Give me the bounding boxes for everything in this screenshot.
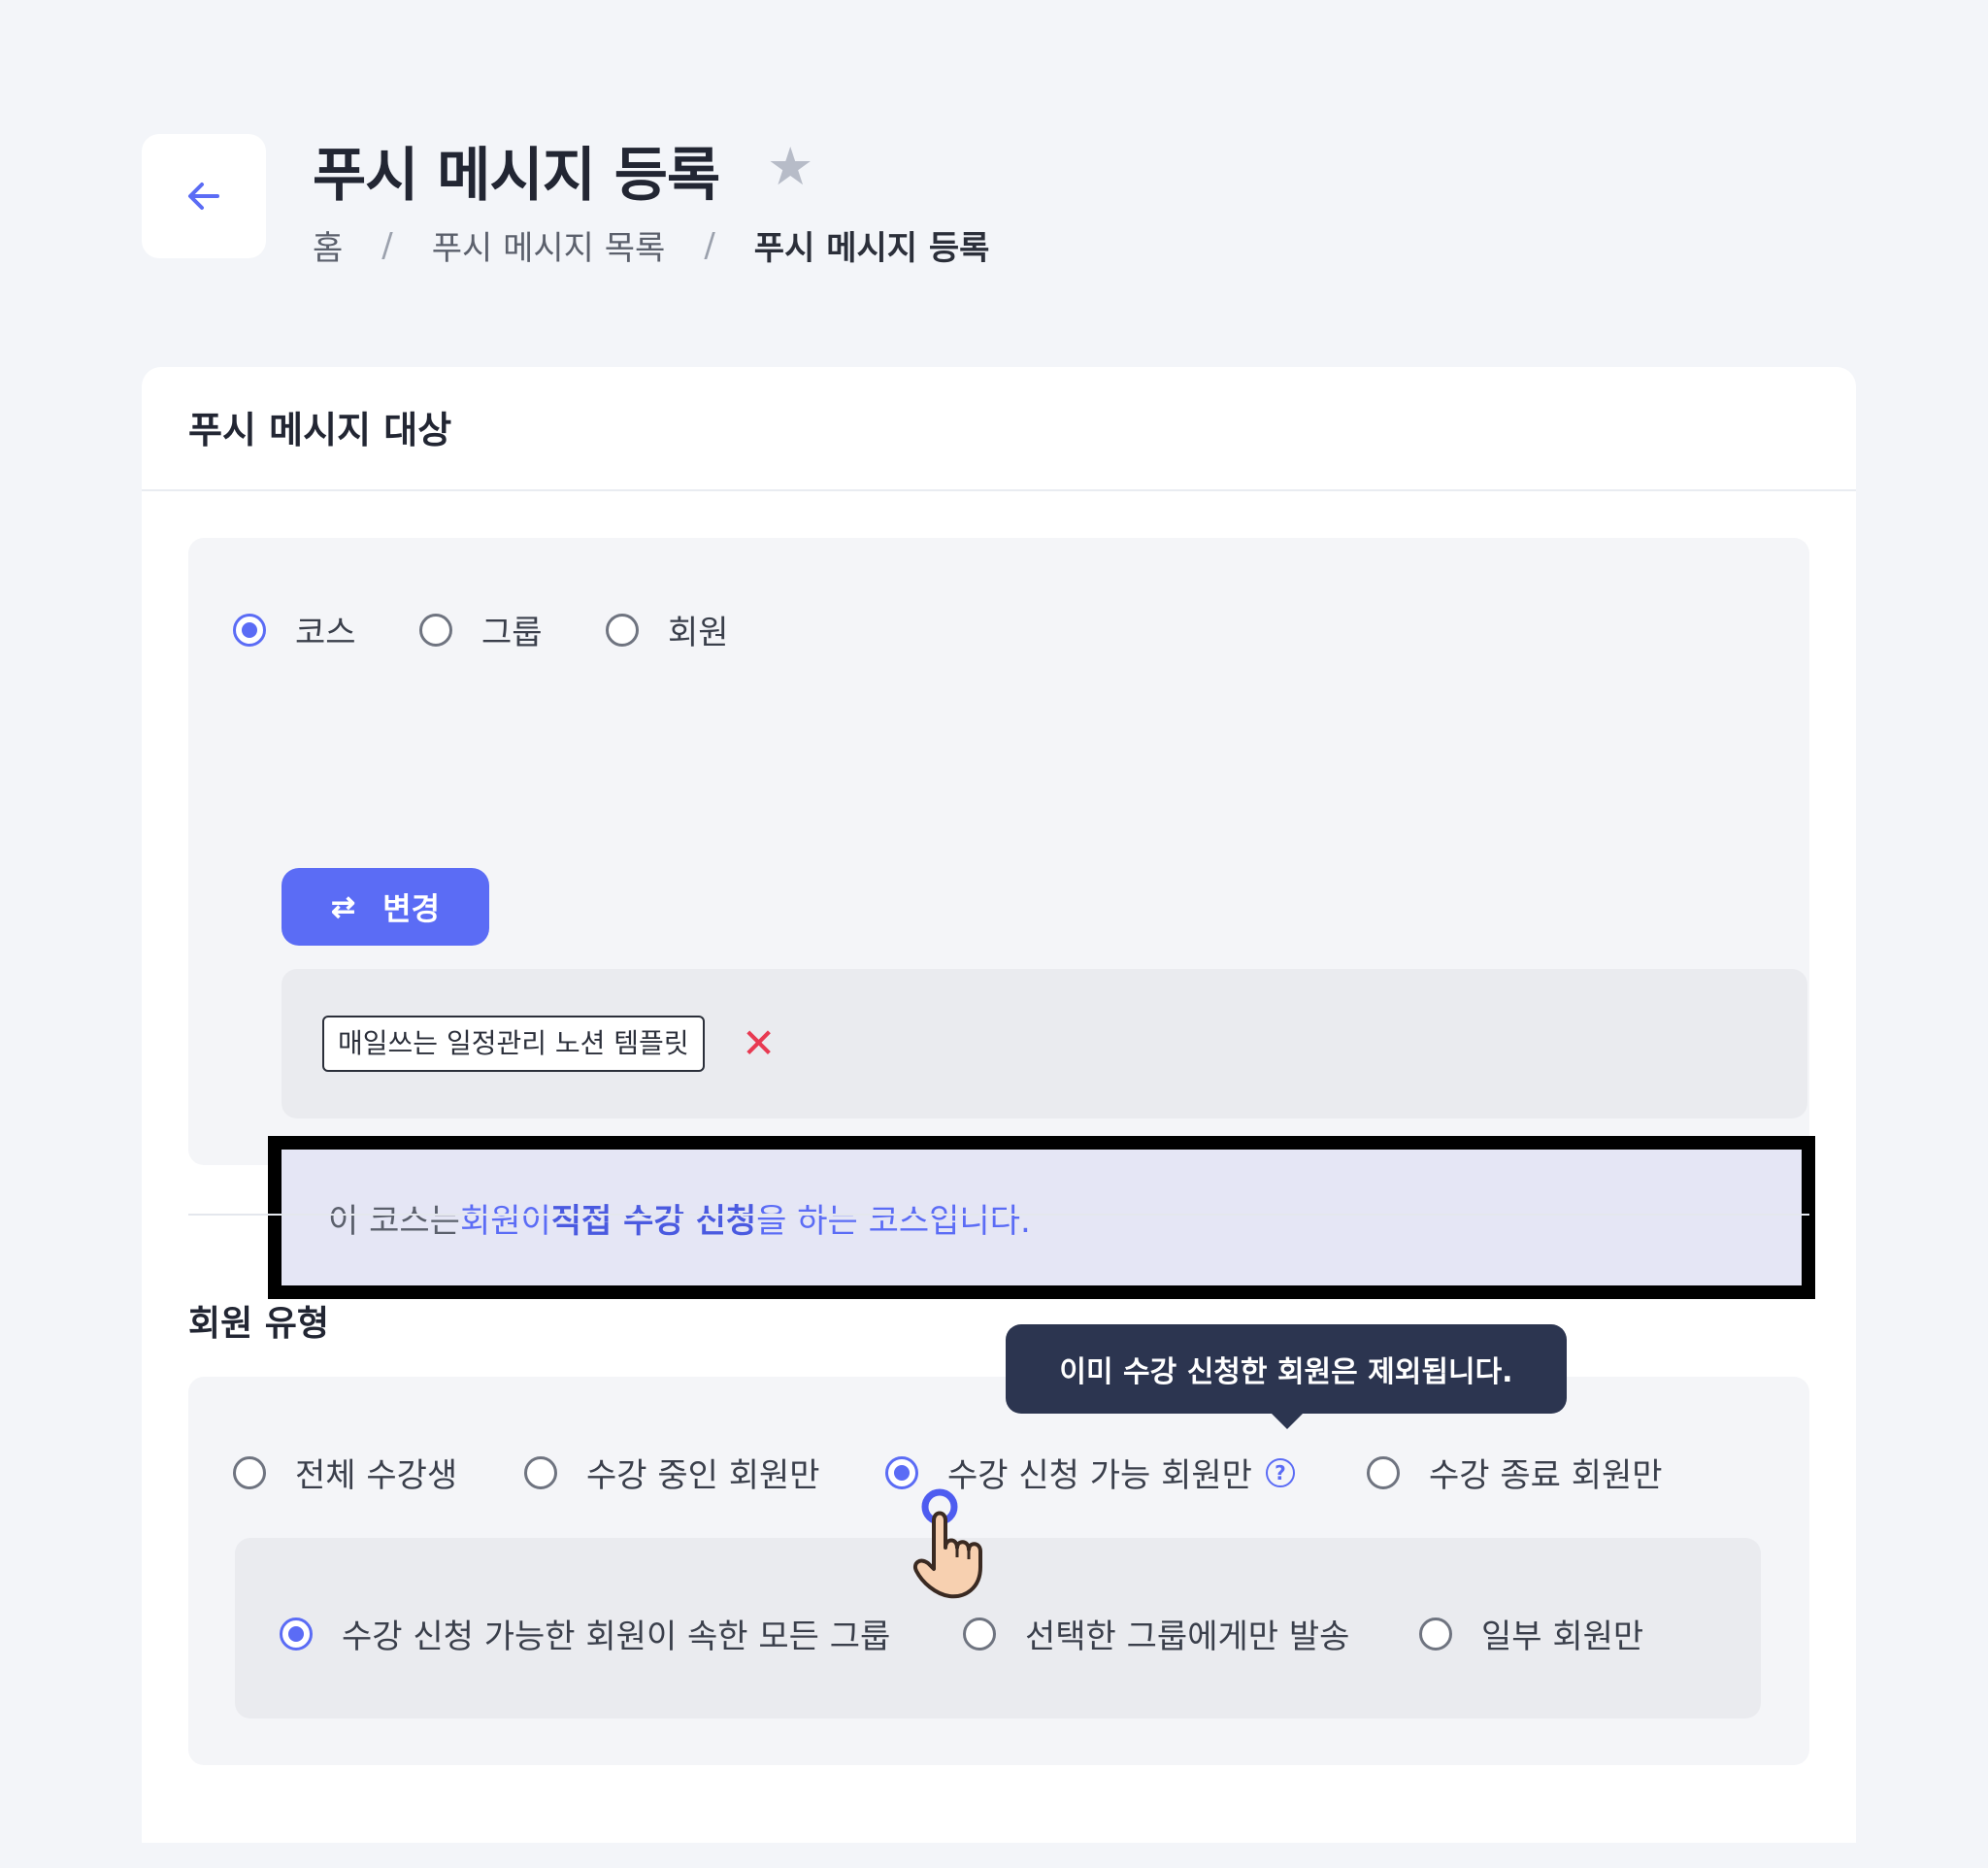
info-text-part: 이 코스는 — [328, 1201, 460, 1241]
info-text-part: 을 하는 코스입니다. — [756, 1201, 1031, 1241]
selected-course-chip: 매일쓰는 일정관리 노션 템플릿 — [322, 1016, 705, 1072]
selected-course-area: 매일쓰는 일정관리 노션 템플릿 ✕ — [282, 969, 1807, 1118]
radio-target-group[interactable]: 그룹 — [419, 606, 543, 653]
help-tooltip: 이미 수강 신청한 회원은 제외됩니다. — [1006, 1324, 1567, 1429]
card-title: 푸시 메시지 대상 — [142, 367, 1856, 491]
breadcrumb-home[interactable]: 홈 — [313, 221, 343, 269]
question-circle-icon[interactable]: ? — [1265, 1457, 1295, 1487]
radio-finished-only[interactable]: 수강 종료 회원만 — [1367, 1449, 1663, 1496]
radio-dot — [885, 1455, 918, 1489]
radio-label: 수강 신청 가능한 회원이 속한 모든 그룹 — [342, 1618, 891, 1656]
target-panel: 코스 그룹 회원 ⇄ 변경 매일쓰는 일정관리 노션 템플릿 ✕ 이 코스는 회… — [188, 538, 1815, 1299]
radio-dot — [1367, 1455, 1400, 1489]
member-type-label: 회원 유형 — [188, 1304, 330, 1344]
radio-some-members[interactable]: 일부 회원만 — [1419, 1610, 1643, 1657]
breadcrumb-push-list[interactable]: 푸시 메시지 목록 — [432, 221, 666, 269]
breadcrumb: 홈 / 푸시 메시지 목록 / 푸시 메시지 등록 — [313, 221, 989, 269]
push-target-card: 푸시 메시지 대상 코스 그룹 회원 ⇄ 변경 매일쓰는 일정관리 노션 템플릿… — [142, 367, 1856, 1843]
hand-pointer-icon — [913, 1488, 982, 1599]
radio-enrolled-only[interactable]: 수강 중인 회원만 — [524, 1449, 820, 1496]
breadcrumb-separator: / — [704, 225, 715, 265]
radio-selected-groups[interactable]: 선택한 그룹에게만 발송 — [963, 1610, 1349, 1657]
radio-label: 그룹 — [481, 614, 543, 652]
info-text-part: 회원이 — [459, 1201, 551, 1241]
radio-all-students[interactable]: 전체 수강생 — [233, 1449, 457, 1496]
radio-dot — [606, 613, 639, 647]
info-text-highlight: 직접 수강 신청 — [550, 1201, 757, 1241]
breadcrumb-current: 푸시 메시지 등록 — [753, 229, 990, 268]
radio-dot — [1419, 1617, 1452, 1651]
radio-all-groups[interactable]: 수강 신청 가능한 회원이 속한 모든 그룹 — [280, 1610, 890, 1657]
radio-label: 선택한 그룹에게만 발송 — [1025, 1618, 1350, 1656]
radio-label: 코스 — [295, 614, 356, 652]
radio-label: 전체 수강생 — [295, 1456, 458, 1495]
radio-target-member[interactable]: 회원 — [606, 606, 729, 653]
radio-label: 일부 회원만 — [1481, 1618, 1644, 1656]
change-button[interactable]: ⇄ 변경 — [282, 868, 489, 946]
star-icon[interactable]: ★ — [767, 136, 813, 197]
back-button[interactable] — [142, 134, 266, 258]
radio-dot — [419, 613, 452, 647]
radio-label: 수강 종료 회원만 — [1429, 1456, 1663, 1495]
radio-dot — [524, 1455, 557, 1489]
breadcrumb-separator: / — [381, 225, 393, 265]
swap-arrows-icon: ⇄ — [330, 890, 356, 923]
change-button-label: 변경 — [382, 891, 441, 926]
close-icon[interactable]: ✕ — [742, 1021, 776, 1066]
radio-dot — [233, 613, 266, 647]
radio-label: 수강 중인 회원만 — [586, 1456, 820, 1495]
radio-dot — [963, 1617, 996, 1651]
radio-dot — [280, 1617, 313, 1651]
radio-target-course[interactable]: 코스 — [233, 606, 356, 653]
page-title: 푸시 메시지 등록 — [313, 142, 720, 210]
arrow-left-icon — [188, 183, 219, 210]
divider — [188, 1214, 1809, 1216]
radio-label: 회원 — [668, 614, 729, 652]
course-info-box: 이 코스는 회원이 직접 수강 신청 을 하는 코스입니다. — [268, 1136, 1815, 1299]
radio-dot — [233, 1455, 266, 1489]
